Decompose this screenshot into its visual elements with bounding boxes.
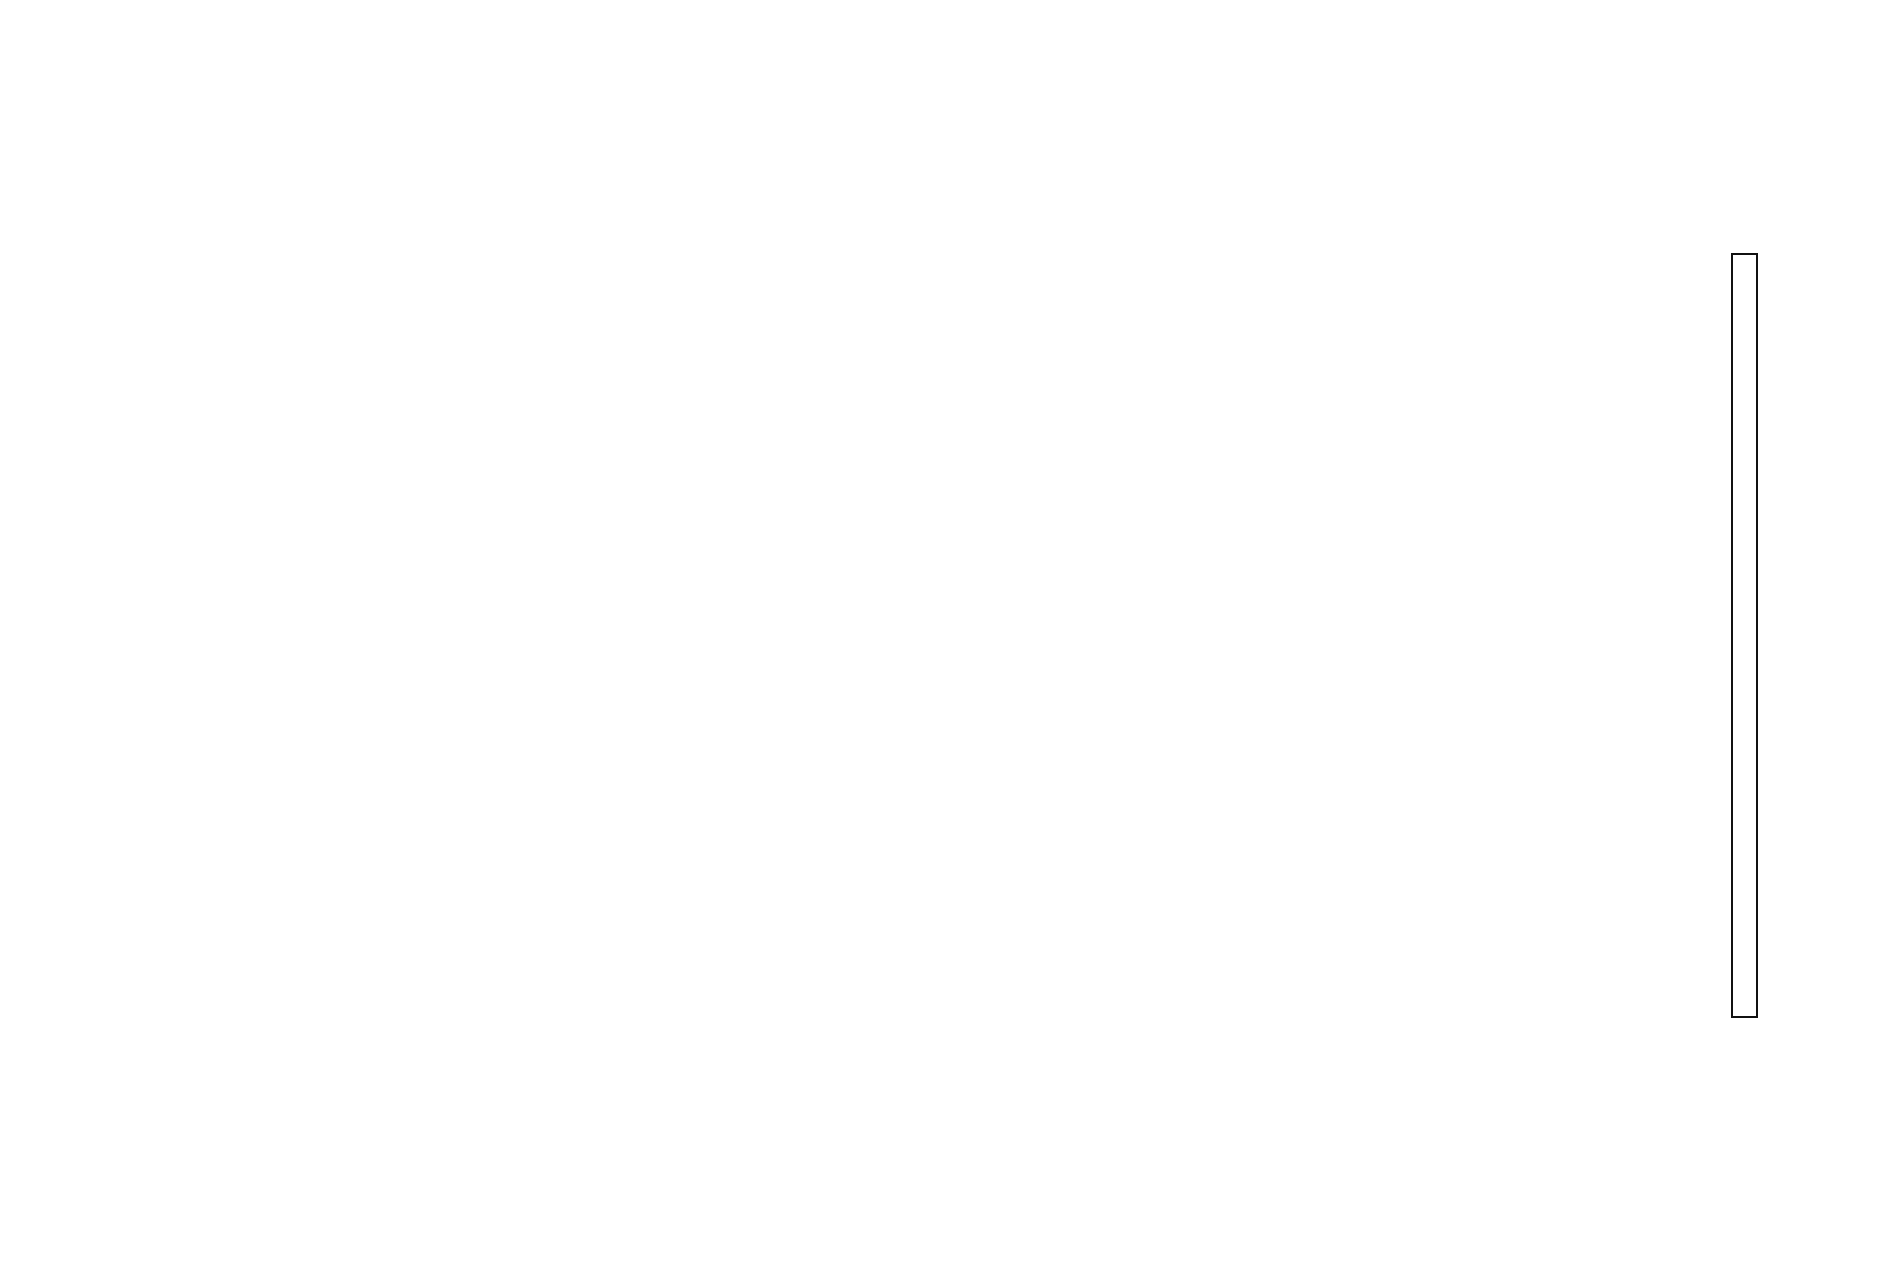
prn-colorbar: [1731, 253, 1758, 1018]
chart-figure: { "title": "20200711-UiB-HOP-GPS", "xlab…: [0, 0, 1902, 1272]
sigma-phi-panel-canvas: [0, 0, 300, 150]
